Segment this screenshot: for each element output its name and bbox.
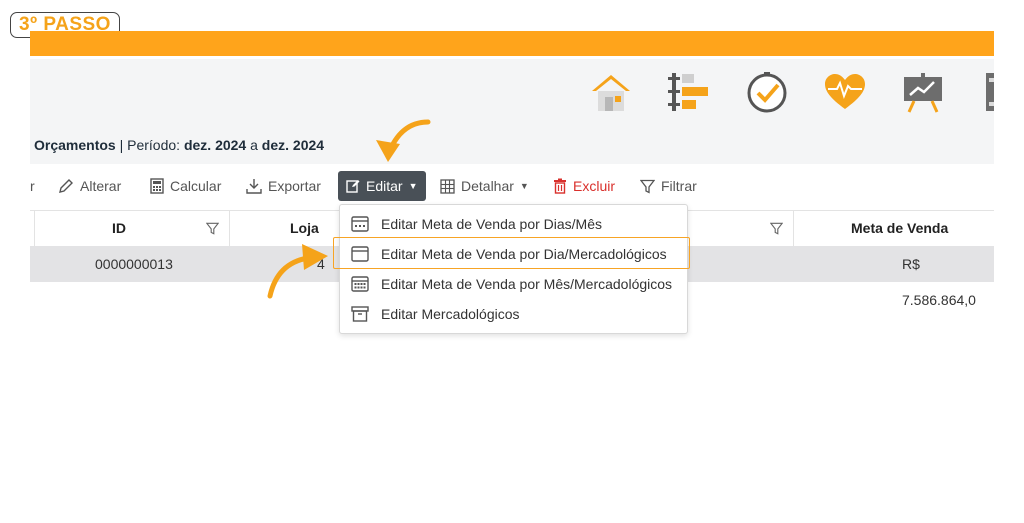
menu-item-meta-dias-mes[interactable]: Editar Meta de Venda por Dias/Mês: [340, 209, 687, 239]
download-icon: [246, 179, 262, 194]
cell-id: 0000000013: [95, 256, 173, 272]
trash-icon: [554, 178, 566, 194]
menu-item-mercadologicos[interactable]: Editar Mercadológicos: [340, 299, 687, 329]
exportar-button[interactable]: Exportar: [246, 170, 321, 202]
column-separator: [793, 211, 794, 246]
arrow-pointer-icon: [267, 244, 328, 299]
cell-meta-de-venda: R$ 7.586.864,0: [902, 256, 976, 308]
toolbar-partial-button[interactable]: r: [30, 170, 35, 202]
calculator-icon: [150, 178, 164, 194]
editar-button[interactable]: Editar ▼: [338, 171, 426, 201]
column-header-id[interactable]: ID: [112, 211, 126, 246]
excluir-button[interactable]: Excluir: [553, 170, 615, 202]
header-orange-bar: [30, 31, 994, 56]
column-separator: [34, 211, 35, 246]
menu-item-meta-mes-mercadologicos[interactable]: Editar Meta de Venda por Mês/Mercadológi…: [340, 269, 687, 299]
heart-pulse-icon[interactable]: [822, 69, 868, 115]
home-icon[interactable]: [588, 69, 634, 115]
highlight-box: [333, 237, 690, 269]
hierarchy-icon[interactable]: [666, 69, 712, 115]
pencil-icon: [59, 179, 73, 193]
column-separator: [229, 211, 230, 246]
calendar-grid-icon: [351, 276, 369, 292]
chart-board-icon[interactable]: [900, 69, 946, 115]
arrow-pointer-icon: [376, 119, 431, 162]
grid-icon: [440, 178, 455, 194]
editar-dropdown-menu: Editar Meta de Venda por Dias/Mês Editar…: [339, 204, 688, 334]
detalhar-button[interactable]: Detalhar ▼: [440, 170, 529, 202]
toolbar: r Alterar Calcular Exportar Editar ▼ Det…: [0, 170, 994, 202]
page-title: Orçamentos | Período: dez. 2024 a dez. 2…: [34, 137, 325, 153]
filtrar-button[interactable]: Filtrar: [640, 170, 697, 202]
caret-down-icon: ▼: [408, 181, 418, 191]
binder-icon[interactable]: [984, 69, 994, 115]
calcular-button[interactable]: Calcular: [150, 170, 221, 202]
archive-box-icon: [351, 306, 369, 322]
caret-down-icon: ▼: [519, 181, 529, 191]
clock-check-icon[interactable]: [744, 69, 790, 115]
module-icon-bar: [30, 59, 994, 126]
alterar-button[interactable]: Alterar: [58, 170, 121, 202]
edit-square-icon: [346, 180, 360, 193]
filter-icon[interactable]: [206, 222, 219, 235]
filter-icon[interactable]: [770, 222, 783, 235]
column-header-meta-de-venda[interactable]: Meta de Venda: [851, 211, 948, 246]
calendar-days-icon: [351, 216, 369, 232]
filter-icon: [640, 179, 655, 194]
page-title-bar: Orçamentos | Período: dez. 2024 a dez. 2…: [30, 126, 994, 164]
